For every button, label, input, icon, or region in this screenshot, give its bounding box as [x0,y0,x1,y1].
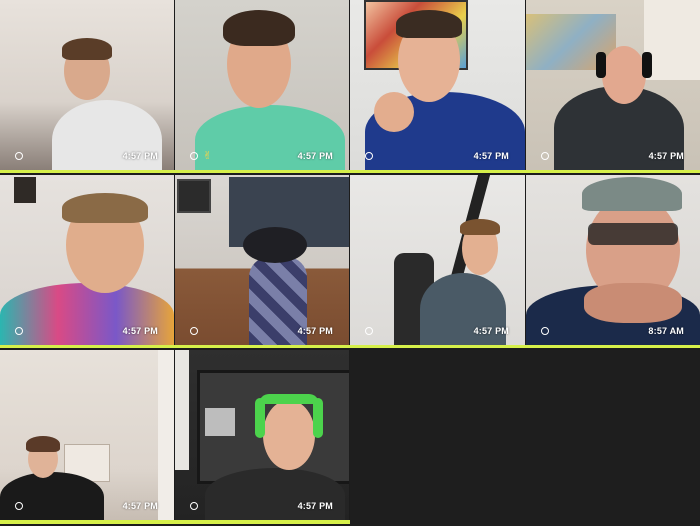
status-indicator-icon [15,152,23,160]
participant-local-time: 4:57 PM [122,501,158,511]
video-tile[interactable]: 4:57 PM [350,0,525,170]
status-indicator-icon [190,327,198,335]
participant-local-time: 4:57 PM [297,501,333,511]
participant-local-time: 4:57 PM [297,326,333,336]
participant-avatar [602,46,646,104]
status-indicator-icon [15,327,23,335]
status-indicator-icon [190,152,198,160]
video-tile[interactable]: 4:57 PM [0,175,174,345]
video-call-grid: 4:57 PM ✌ 4:57 PM 4:57 PM 4:57 PM 4:57 P… [0,0,700,526]
participant-avatar [205,468,345,520]
participant-local-time: 4:57 PM [122,151,158,161]
status-indicator-icon [541,152,549,160]
empty-grid-area [350,350,700,526]
active-row-highlight [0,345,700,348]
status-indicator-icon [190,502,198,510]
participant-local-time: 8:57 AM [648,326,684,336]
participant-local-time: 4:57 PM [297,151,333,161]
status-indicator-icon [365,152,373,160]
participant-local-time: 4:57 PM [473,326,509,336]
participant-avatar [0,472,104,520]
video-tile[interactable]: ✌ 4:57 PM [175,0,349,170]
participant-local-time: 4:57 PM [648,151,684,161]
active-row-highlight [0,520,350,524]
video-tile[interactable]: 4:57 PM [350,175,525,345]
video-tile[interactable]: 4:57 PM [0,350,174,520]
video-tile[interactable]: 4:57 PM [0,0,174,170]
status-indicator-icon [15,502,23,510]
video-tile[interactable]: 4:57 PM [175,350,349,520]
status-indicator-icon [365,327,373,335]
participant-avatar [263,400,315,470]
participant-local-time: 4:57 PM [473,151,509,161]
video-tile[interactable]: 4:57 PM [175,175,349,345]
active-row-highlight [0,170,700,173]
peace-hand-icon: ✌ [203,149,213,162]
status-indicator-icon [541,327,549,335]
video-tile[interactable]: 8:57 AM [526,175,700,345]
video-tile[interactable]: 4:57 PM [526,0,700,170]
participant-local-time: 4:57 PM [122,326,158,336]
